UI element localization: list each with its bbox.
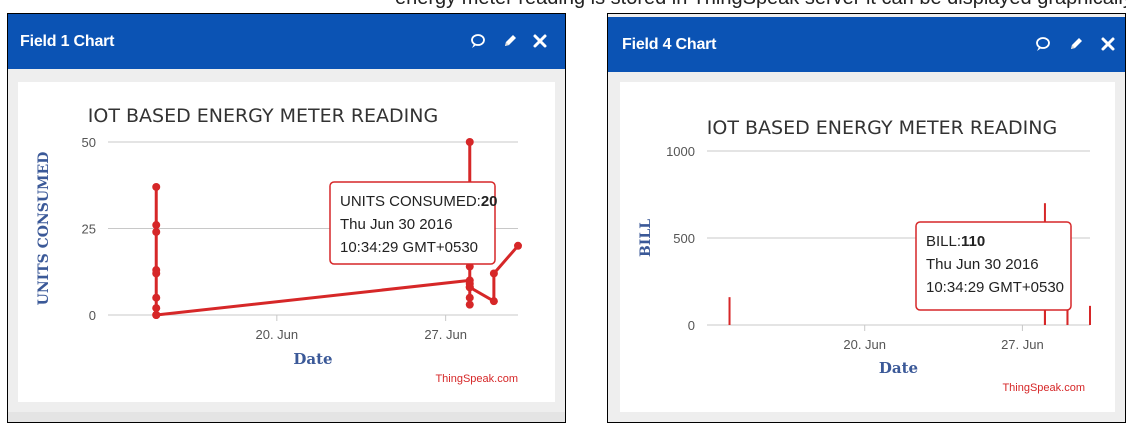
- data-bar: [728, 297, 731, 325]
- thingspeak-credit-link: ThingSpeak.com: [435, 373, 518, 385]
- tooltip-title: BILL:110: [926, 233, 985, 250]
- close-icon[interactable]: [1098, 34, 1118, 54]
- data-point: [152, 293, 161, 302]
- chart-svg: IOT BASED ENERGY METER READING 0 25 50 20. J…: [36, 105, 522, 385]
- y-tick-label: 50: [82, 135, 96, 150]
- page-fragment-text-strip: energy meter reading is stored in ThingS…: [0, 0, 1126, 12]
- panel-footer: [8, 412, 565, 422]
- pencil-icon[interactable]: [500, 31, 520, 51]
- x-axis-label: Date: [879, 359, 918, 377]
- comment-icon[interactable]: [1033, 34, 1053, 54]
- data-point: [465, 293, 474, 302]
- data-point: [465, 283, 474, 292]
- chart-title: IOT BASED ENERGY METER READING: [707, 117, 1057, 139]
- tooltip-value: 110: [961, 233, 985, 250]
- data-bar: [1089, 305, 1091, 325]
- data-point: [514, 241, 522, 250]
- x-tick-label: 20. Jun: [255, 327, 298, 342]
- data-point: [152, 266, 161, 275]
- field-4-chart-panel: Field 4 Chart IOT BASED ENERGY METER REA…: [607, 13, 1126, 423]
- data-point: [489, 297, 498, 306]
- page-fragment-text: energy meter reading is stored in ThingS…: [395, 0, 1126, 10]
- x-tick-label: 20. Jun: [843, 337, 886, 352]
- y-tick-label: 500: [673, 231, 695, 246]
- tooltip-label: BILL:: [926, 233, 961, 250]
- chart-area: IOT BASED ENERGY METER READING 0 25 50 20. J…: [18, 82, 555, 402]
- y-tick-label: 25: [82, 222, 96, 237]
- panel-title: Field 1 Chart: [20, 33, 115, 50]
- x-tick-label: 27. Jun: [1001, 337, 1044, 352]
- data-point: [152, 227, 161, 236]
- tooltip-date: Thu Jun 30 2016: [340, 216, 453, 233]
- tooltip-value: 20: [481, 193, 498, 210]
- data-point: [152, 311, 161, 319]
- y-tick-label: 0: [89, 308, 96, 323]
- chart-title: IOT BASED ENERGY METER READING: [88, 105, 438, 127]
- pencil-icon[interactable]: [1066, 34, 1086, 54]
- data-point: [489, 269, 498, 278]
- field-1-chart-panel: Field 1 Chart IOT BASED ENERGY METER REA…: [7, 13, 566, 423]
- y-tick-label: 0: [688, 318, 695, 333]
- tooltip-time: 10:34:29 GMT+0530: [926, 279, 1064, 296]
- tooltip-title: UNITS CONSUMED:20: [340, 193, 498, 210]
- comment-icon[interactable]: [468, 31, 488, 51]
- chart-svg: IOT BASED ENERGY METER READING 0 500 1000 20…: [638, 117, 1091, 394]
- y-axis-label: BILL: [638, 219, 654, 257]
- panel-header: Field 4 Chart: [608, 17, 1125, 72]
- panel-title: Field 4 Chart: [622, 36, 717, 53]
- tooltip-date: Thu Jun 30 2016: [926, 256, 1039, 273]
- data-point: [465, 138, 474, 146]
- x-tick-label: 27. Jun: [424, 327, 467, 342]
- x-axis-label: Date: [293, 350, 332, 368]
- tooltip-time: 10:34:29 GMT+0530: [340, 239, 478, 256]
- thingspeak-credit-link: ThingSpeak.com: [1002, 382, 1085, 394]
- y-tick-label: 1000: [666, 144, 695, 159]
- y-axis-label: UNITS CONSUMED: [36, 152, 52, 306]
- panel-header: Field 1 Chart: [8, 14, 565, 69]
- tooltip-label: UNITS CONSUMED:: [340, 193, 481, 210]
- data-point: [152, 182, 161, 191]
- data-point: [465, 300, 474, 309]
- data-point: [152, 304, 161, 313]
- chart-area: IOT BASED ENERGY METER READING 0 500 1000 20…: [620, 82, 1115, 412]
- data-point: [152, 221, 161, 230]
- close-icon[interactable]: [530, 31, 550, 51]
